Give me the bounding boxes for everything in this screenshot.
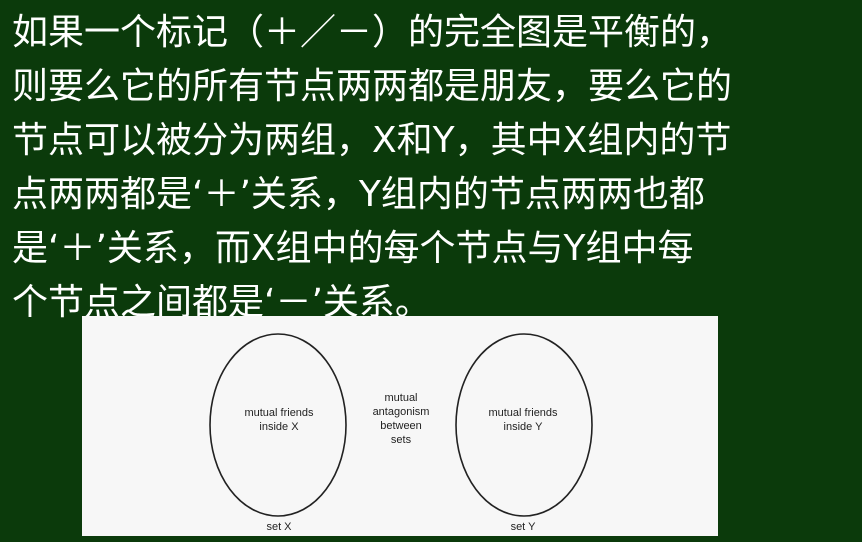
text-line-5: 是‘＋’关系，而X组中的每个节点与Y组中每 — [12, 228, 694, 269]
slide-body-text: 如果一个标记（＋／－）的完全图是平衡的， 则要么它的所有节点两两都是朋友，要么它… — [12, 6, 857, 330]
text-line-4: 点两两都是‘＋’关系，Y组内的节点两两也都 — [12, 174, 705, 215]
middle-label-4: sets — [391, 434, 412, 446]
text-line-1: 如果一个标记（＋／－）的完全图是平衡的， — [12, 12, 733, 53]
set-y-inner-label-1: mutual friends — [488, 407, 558, 419]
middle-label-1: mutual — [384, 392, 417, 404]
middle-label-2: antagonism — [373, 406, 430, 418]
figure-svg: mutual friends inside X mutual antagonis… — [209, 333, 593, 533]
balanced-graph-figure: mutual friends inside X mutual antagonis… — [82, 316, 718, 536]
text-line-3: 节点可以被分为两组，X和Y，其中X组内的节 — [12, 120, 732, 161]
set-x-label: set X — [266, 521, 292, 533]
middle-label-3: between — [380, 420, 422, 432]
set-x-inner-label-2: inside X — [259, 421, 299, 433]
set-x-inner-label-1: mutual friends — [244, 407, 314, 419]
set-y-label: set Y — [511, 521, 537, 533]
set-y-inner-label-2: inside Y — [504, 421, 544, 433]
text-line-2: 则要么它的所有节点两两都是朋友，要么它的 — [12, 66, 733, 107]
